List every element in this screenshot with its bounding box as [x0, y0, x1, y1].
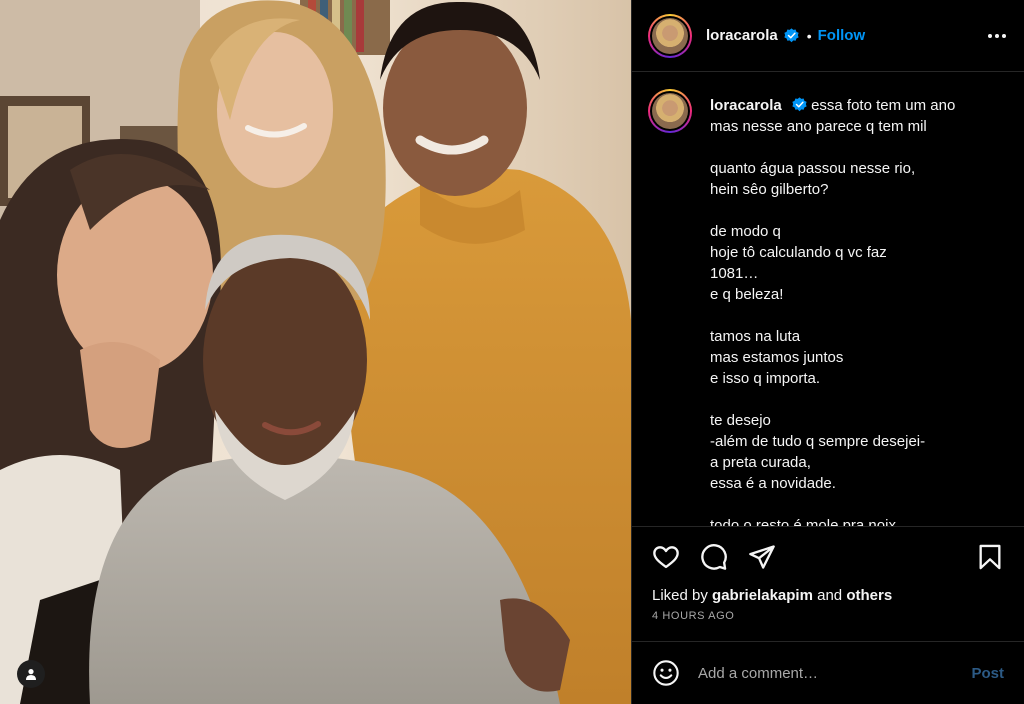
post-side-panel: loracarola • Follow loracarola essa foto…: [631, 0, 1024, 704]
post-photo[interactable]: [0, 0, 631, 704]
caption-username[interactable]: loracarola: [710, 97, 782, 114]
liked-by-user[interactable]: gabrielakapim: [712, 587, 813, 604]
author-username[interactable]: loracarola: [706, 27, 778, 44]
more-options-icon[interactable]: [984, 28, 1010, 44]
caption-text: essa foto tem um ano mas nesse ano parec…: [710, 97, 956, 526]
comments-area[interactable]: loracarola essa foto tem um ano mas ness…: [632, 73, 1024, 526]
paper-plane-icon[interactable]: [748, 543, 776, 571]
verified-badge-icon: [792, 97, 807, 112]
avatar-image: [652, 93, 688, 129]
user-icon: [26, 669, 36, 680]
post-comment-button[interactable]: Post: [971, 665, 1004, 682]
comment-input[interactable]: [698, 664, 972, 682]
likes-prefix: Liked by: [652, 587, 708, 604]
heart-icon[interactable]: [652, 543, 680, 571]
author-avatar[interactable]: [648, 13, 692, 58]
comment-box: Post: [632, 641, 1024, 704]
avatar-image: [652, 17, 688, 54]
bookmark-icon[interactable]: [976, 543, 1004, 571]
separator-dot: •: [806, 27, 812, 44]
likes-others-link[interactable]: others: [846, 587, 892, 604]
post-timestamp[interactable]: 4 HOURS AGO: [652, 610, 1004, 622]
smiley-icon[interactable]: [652, 659, 680, 687]
comment-bubble-icon[interactable]: [700, 543, 728, 571]
caption-author-avatar[interactable]: [648, 89, 692, 133]
post-actions: Liked by gabrielakapim and others 4 HOUR…: [632, 526, 1024, 622]
post-image: [0, 0, 631, 704]
follow-button[interactable]: Follow: [818, 27, 866, 44]
post-header: loracarola • Follow: [632, 0, 1024, 72]
likes-conjunction: and: [817, 587, 843, 604]
verified-badge-icon: [784, 28, 799, 43]
user-tag-button[interactable]: [17, 660, 45, 688]
likes-summary: Liked by gabrielakapim and others: [652, 587, 1004, 604]
caption: loracarola essa foto tem um ano mas ness…: [648, 89, 1008, 526]
